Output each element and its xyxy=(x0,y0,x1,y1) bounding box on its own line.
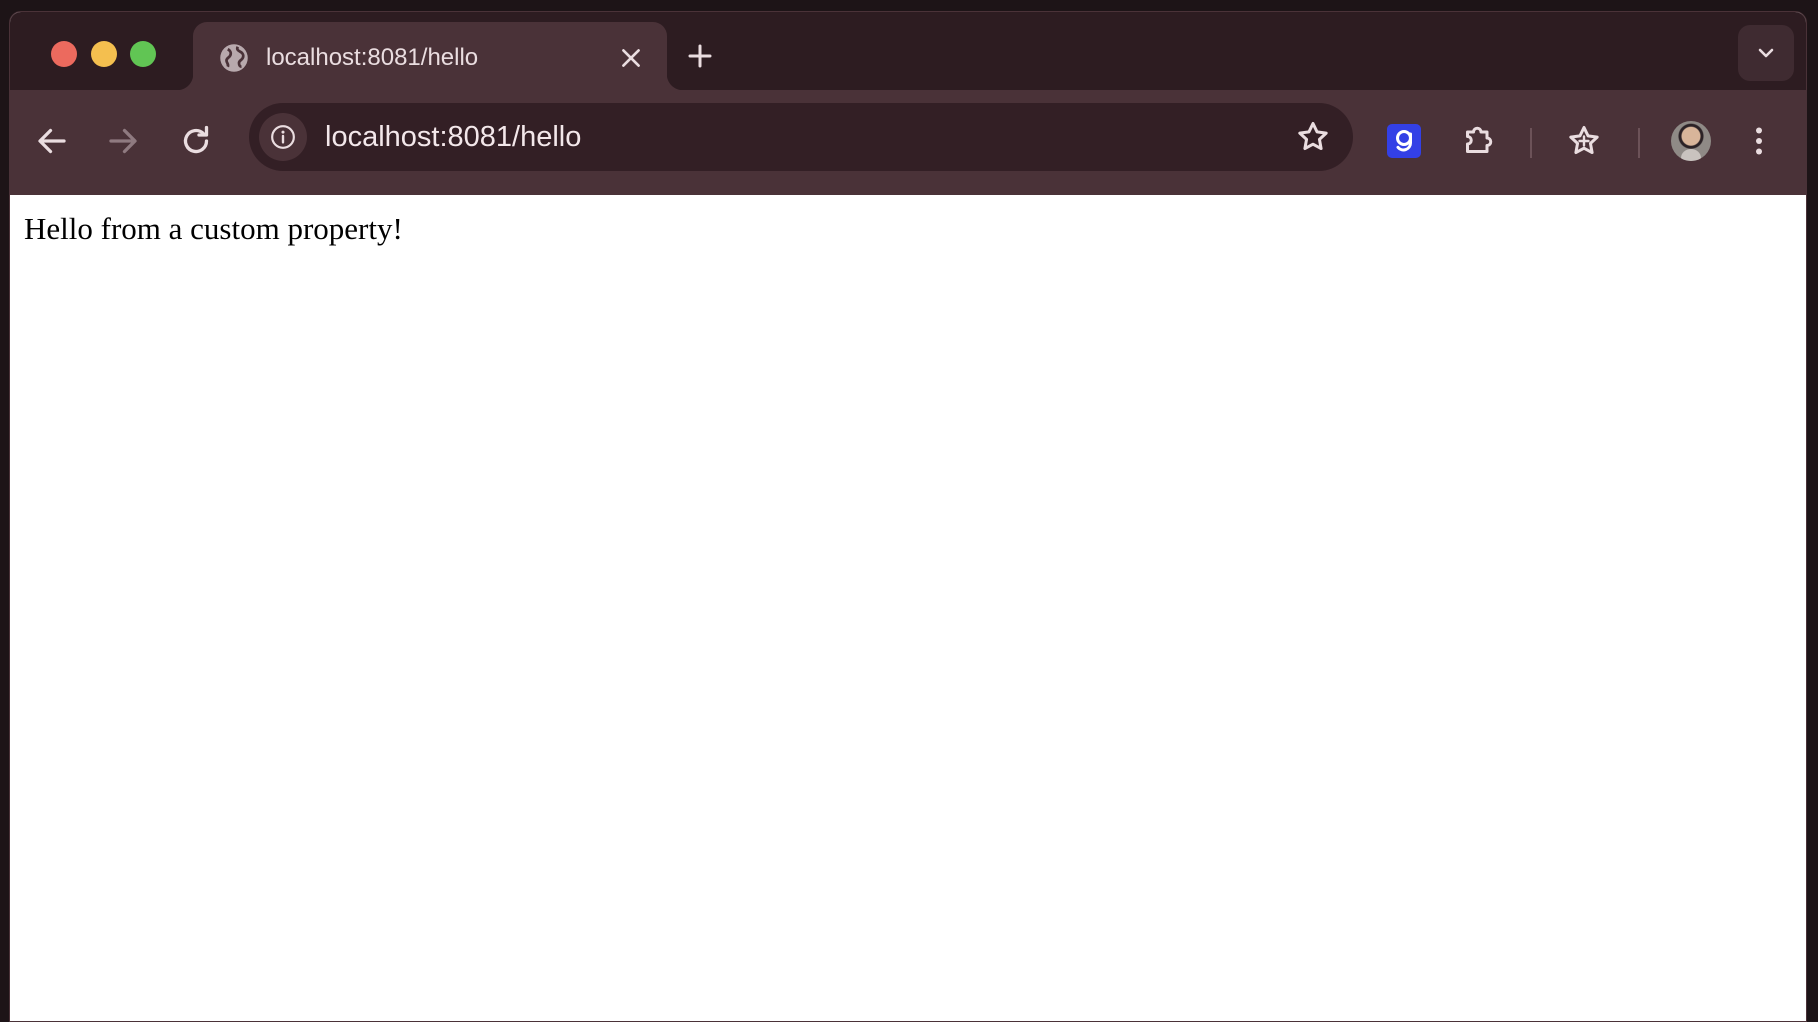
desktop-background xyxy=(1808,0,1818,1022)
toolbar-divider xyxy=(1638,128,1640,158)
window-minimize-button[interactable] xyxy=(91,41,117,67)
address-bar[interactable]: localhost:8081/hello xyxy=(249,103,1353,171)
reload-icon[interactable] xyxy=(178,123,214,159)
browser-toolbar: localhost:8081/hello xyxy=(10,90,1806,195)
globe-icon xyxy=(220,44,248,72)
toolbar-divider xyxy=(1530,128,1532,158)
star-icon[interactable] xyxy=(1295,119,1331,155)
window-close-button[interactable] xyxy=(51,41,77,67)
puzzle-icon[interactable] xyxy=(1460,123,1496,159)
page-text: Hello from a custom property! xyxy=(24,211,403,246)
star-sparkle-icon[interactable] xyxy=(1566,123,1602,159)
g-extension-icon[interactable] xyxy=(1387,124,1421,158)
browser-window: localhost:8081/hello localhost:8081/hell… xyxy=(9,11,1807,1022)
window-maximize-button[interactable] xyxy=(130,41,156,67)
url-text[interactable]: localhost:8081/hello xyxy=(325,119,581,155)
avatar[interactable] xyxy=(1671,121,1711,161)
tab-title: localhost:8081/hello xyxy=(266,44,479,71)
page-content: Hello from a custom property! xyxy=(10,195,1806,1021)
plus-icon[interactable] xyxy=(685,41,715,71)
tab-strip: localhost:8081/hello xyxy=(10,12,1806,90)
tab-search-button[interactable] xyxy=(1738,25,1794,81)
tab-active[interactable]: localhost:8081/hello xyxy=(177,22,683,90)
info-icon xyxy=(271,125,295,149)
arrow-left-icon[interactable] xyxy=(34,123,70,159)
chevron-down-icon xyxy=(1758,48,1774,58)
close-icon[interactable] xyxy=(618,45,644,71)
kebab-menu-icon[interactable] xyxy=(1741,123,1777,159)
site-info-button[interactable] xyxy=(259,113,307,161)
arrow-right-icon[interactable] xyxy=(105,123,141,159)
